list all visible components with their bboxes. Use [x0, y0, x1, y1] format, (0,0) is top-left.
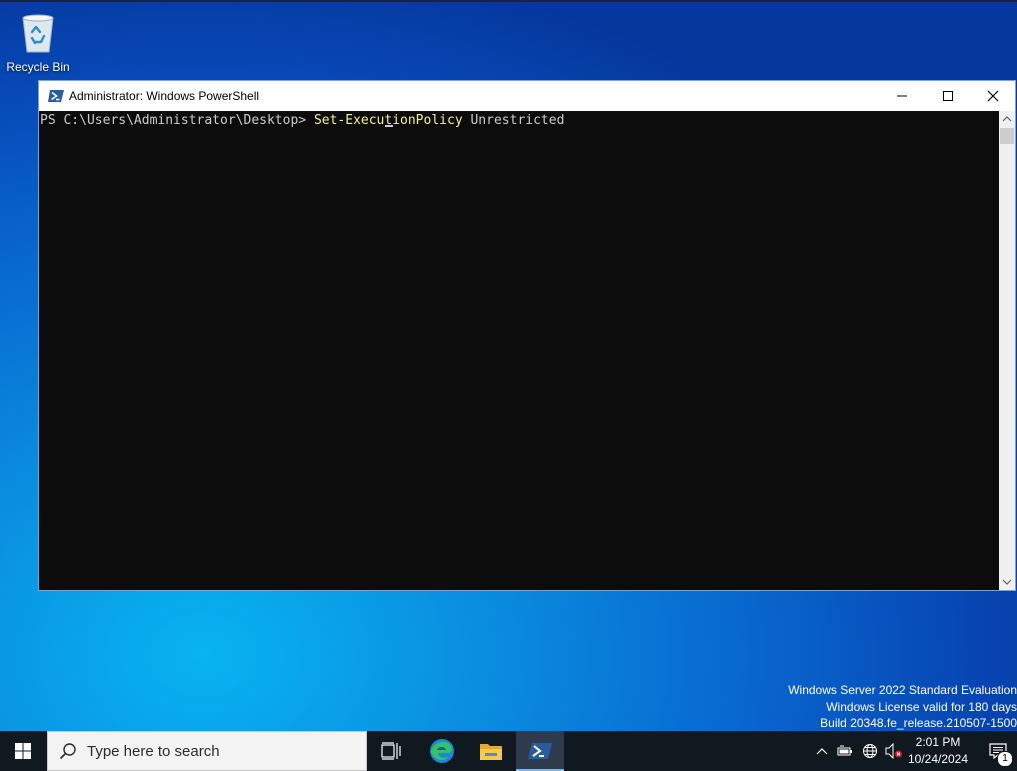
start-icon [15, 743, 31, 759]
recycle-bin-desktop-icon[interactable]: Recycle Bin [4, 10, 72, 74]
network-icon [863, 744, 877, 758]
console-area[interactable]: PS C:\Users\Administrator\Desktop> Set-E… [39, 111, 999, 590]
window-title: Administrator: Windows PowerShell [69, 89, 260, 103]
maximize-icon [943, 91, 953, 101]
task-view-button[interactable] [367, 731, 415, 771]
recycle-bin-label: Recycle Bin [6, 60, 70, 74]
volume-muted-icon [885, 743, 902, 759]
edition-watermark: Windows Server 2022 Standard Evaluation … [788, 682, 1017, 732]
edge-icon [430, 739, 454, 763]
start-button[interactable] [0, 731, 46, 771]
notification-badge: 1 [997, 751, 1013, 767]
scroll-thumb[interactable] [1000, 128, 1014, 144]
text-cursor [385, 125, 393, 127]
taskbar: Type here to search 2:01 PM 10/24/2024 1 [0, 731, 1017, 771]
recycle-bin-icon [22, 14, 54, 53]
vertical-scrollbar[interactable] [999, 111, 1015, 590]
window-titlebar[interactable]: Administrator: Windows PowerShell [39, 81, 1015, 111]
task-view-icon [381, 742, 401, 760]
file-explorer-taskbar-button[interactable] [467, 731, 515, 771]
powershell-icon [48, 90, 64, 102]
watermark-edition: Windows Server 2022 Standard Evaluation [788, 683, 1017, 697]
maximize-button[interactable] [925, 81, 971, 111]
chevron-down-icon [1002, 579, 1012, 585]
close-icon [987, 90, 999, 102]
chevron-up-icon [1002, 116, 1012, 122]
edge-taskbar-button[interactable] [418, 731, 466, 771]
chevron-up-icon [816, 748, 828, 755]
console-argument: Unrestricted [462, 113, 565, 128]
clock-date: 10/24/2024 [907, 752, 969, 766]
taskbar-clock[interactable]: 2:01 PM 10/24/2024 [907, 734, 969, 768]
watermark-build: Build 20348.fe_release.210507-1500 [820, 716, 1017, 730]
search-placeholder: Type here to search [87, 743, 220, 760]
action-center-button[interactable]: 1 [978, 731, 1017, 771]
powershell-window[interactable]: Administrator: Windows PowerShell PS C:\… [38, 80, 1016, 591]
taskbar-search-box[interactable]: Type here to search [47, 731, 367, 771]
battery-icon [837, 745, 852, 756]
minimize-icon [897, 95, 907, 97]
battery-tray-button[interactable] [836, 731, 854, 771]
volume-tray-button[interactable] [883, 731, 905, 771]
minimize-button[interactable] [879, 81, 925, 111]
file-explorer-icon [480, 744, 502, 760]
top-edge [0, 0, 1017, 2]
powershell-taskbar-button[interactable] [516, 731, 564, 771]
close-button[interactable] [970, 81, 1016, 111]
clock-time: 2:01 PM [915, 735, 961, 749]
show-hidden-icons-button[interactable] [813, 731, 831, 771]
console-prompt: PS C:\Users\Administrator\Desktop> [40, 113, 314, 128]
search-icon [59, 743, 76, 760]
scroll-up-button[interactable] [999, 111, 1015, 127]
network-tray-button[interactable] [860, 731, 880, 771]
powershell-icon [528, 743, 552, 759]
scroll-down-button[interactable] [999, 574, 1015, 590]
console-line: PS C:\Users\Administrator\Desktop> Set-E… [40, 113, 564, 129]
watermark-license: Windows License valid for 180 days [826, 699, 1017, 714]
